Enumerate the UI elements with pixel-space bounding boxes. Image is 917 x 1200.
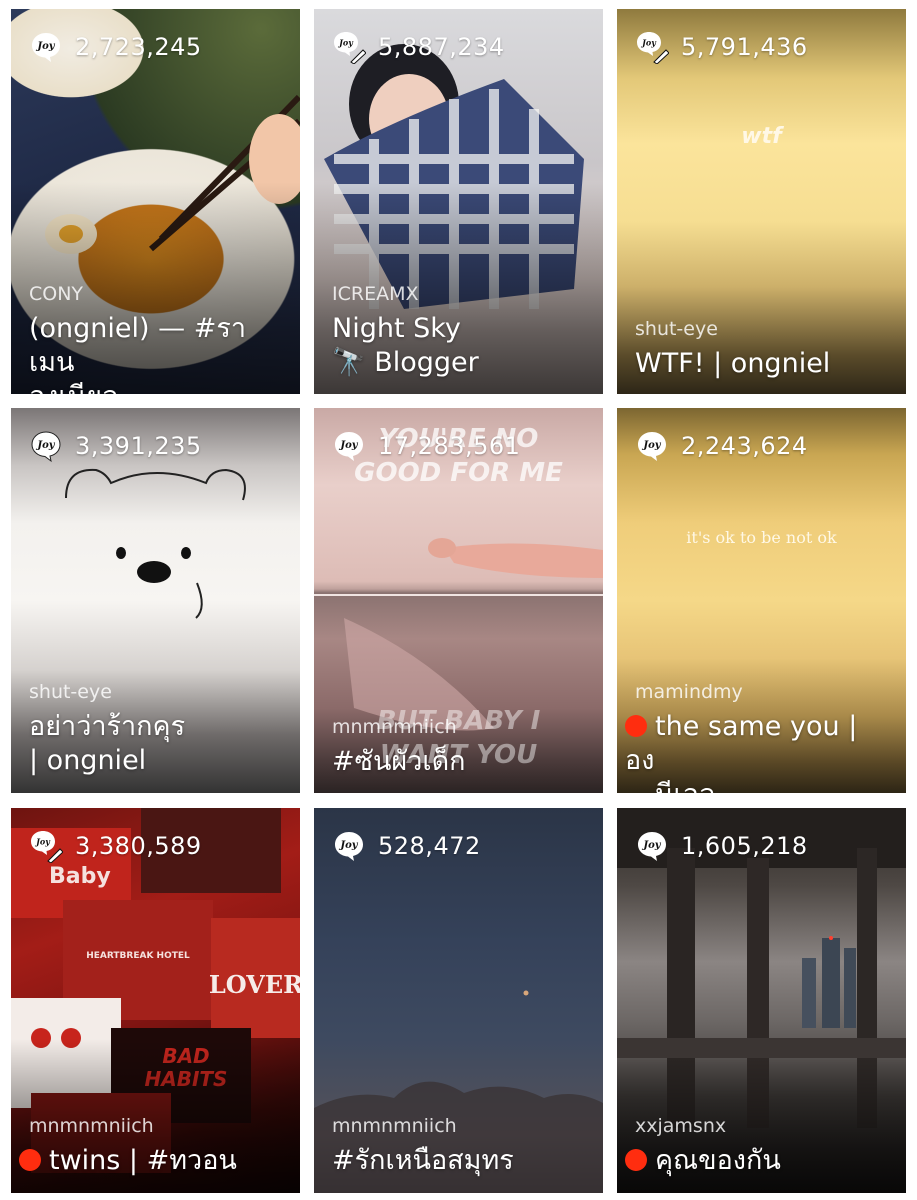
novel-card[interactable]: Joy 3,391,235 shut-eye อย่าว่าร้ากคุร | …	[11, 408, 300, 793]
new-chapter-dot	[19, 1149, 41, 1171]
joy-icon: Joy	[332, 429, 366, 463]
view-count: 2,723,245	[75, 33, 202, 61]
collage-word: Baby	[49, 864, 111, 889]
author-name[interactable]: shut-eye	[635, 318, 718, 340]
joy-icon: Joy	[635, 429, 669, 463]
novel-title-line: the same you | อง	[625, 711, 858, 776]
card-stats: Joy 528,472	[332, 828, 481, 864]
cover-text: it's ok to be not ok	[686, 528, 837, 547]
novel-title-line: องเนียล	[29, 380, 286, 394]
card-stats: Joy 3,391,235	[29, 428, 202, 464]
novel-card[interactable]: it's ok to be not ok Joy 2,243,624 mamin…	[617, 408, 906, 793]
novel-grid: Joy 2,723,245 CONY (ongniel) — #ราเมน อง…	[0, 0, 917, 1200]
card-stats: Joy 2,723,245	[29, 29, 202, 65]
svg-text:LOVER: LOVER	[209, 970, 300, 999]
view-count: 3,391,235	[75, 432, 202, 460]
novel-title: คุณของกัน	[625, 1144, 892, 1178]
view-count: 5,791,436	[681, 33, 808, 61]
joy-icon: Joy	[635, 829, 669, 863]
new-chapter-dot	[625, 715, 647, 737]
author-name[interactable]: ICREAMX	[332, 283, 418, 305]
author-name[interactable]: mamindmy	[635, 681, 743, 703]
novel-title: twins | #ทวอน	[19, 1144, 286, 1178]
cover-text: wtf	[741, 124, 782, 149]
svg-text:Joy: Joy	[338, 840, 358, 851]
view-count: 2,243,624	[681, 432, 808, 460]
author-name[interactable]: mnmnmniich	[332, 1115, 457, 1137]
novel-title-line: #รักเหนือสมุทร	[332, 1145, 514, 1176]
novel-title-line: คุณของกัน	[655, 1145, 781, 1176]
view-count: 528,472	[378, 832, 481, 860]
novel-card[interactable]: YOU'RE NO GOOD FOR ME BUT BABY I WANT YO…	[314, 408, 603, 793]
novel-title: the same you | อง นีเอล	[625, 710, 892, 793]
novel-card[interactable]: Joy 2,723,245 CONY (ongniel) — #ราเมน อง…	[11, 9, 300, 394]
author-name[interactable]: mnmnmniich	[332, 716, 457, 738]
view-count: 3,380,589	[75, 832, 202, 860]
novel-title: Night Sky 🔭 Blogger	[332, 312, 589, 380]
author-name[interactable]: mnmnmniich	[29, 1115, 154, 1137]
novel-card[interactable]: Joy 528,472 mnmnmniich #รักเหนือสมุทร	[314, 808, 603, 1193]
novel-card[interactable]: Joy 5,887,234 ICREAMX Night Sky 🔭 Blogge…	[314, 9, 603, 394]
joy-pen-icon: Joy	[332, 30, 366, 64]
svg-text:Joy: Joy	[34, 837, 51, 847]
novel-card[interactable]: wtf Joy 5,791,436 shut-eye WTF! | ongnie…	[617, 9, 906, 394]
novel-title-line: นีเอล	[625, 778, 892, 793]
joy-icon: Joy	[29, 429, 63, 463]
card-stats: Joy 17,283,561	[332, 428, 520, 464]
novel-title-line: twins | #ทวอน	[49, 1145, 237, 1176]
view-count: 1,605,218	[681, 832, 808, 860]
author-name[interactable]: CONY	[29, 283, 83, 305]
card-stats: Joy 3,380,589	[29, 828, 202, 864]
card-stats: Joy 5,887,234	[332, 29, 505, 65]
novel-title: (ongniel) — #ราเมน องเนียล	[29, 312, 286, 394]
novel-title: #ซันผัวเด็ก	[332, 745, 589, 779]
joy-icon: Joy	[29, 30, 63, 64]
novel-title-line: (ongniel) — #ราเมน	[29, 313, 247, 378]
novel-title: #รักเหนือสมุทร	[332, 1144, 589, 1178]
novel-title-line: | ongniel	[29, 745, 147, 776]
card-stats: Joy 5,791,436	[635, 29, 808, 65]
svg-text:HEARTBREAK HOTEL: HEARTBREAK HOTEL	[86, 951, 190, 961]
novel-title-line: 🔭 Blogger	[332, 347, 479, 378]
card-stats: Joy 2,243,624	[635, 428, 808, 464]
view-count: 5,887,234	[378, 33, 505, 61]
svg-text:Joy: Joy	[337, 38, 354, 48]
author-name[interactable]: shut-eye	[29, 681, 112, 703]
author-name[interactable]: xxjamsnx	[635, 1115, 726, 1137]
novel-title: WTF! | ongniel	[635, 347, 892, 381]
novel-card[interactable]: Joy 1,605,218 xxjamsnx คุณของกัน	[617, 808, 906, 1193]
novel-title-line: อย่าว่าร้ากคุร	[29, 711, 186, 742]
svg-text:Joy: Joy	[35, 440, 55, 451]
svg-text:Joy: Joy	[338, 440, 358, 451]
svg-text:Joy: Joy	[641, 840, 661, 851]
novel-title-line: Night Sky	[332, 313, 461, 344]
joy-pen-icon: Joy	[635, 30, 669, 64]
joy-icon: Joy	[332, 829, 366, 863]
joy-pen-icon: Joy	[29, 829, 63, 863]
svg-text:Joy: Joy	[641, 440, 661, 451]
new-chapter-dot	[625, 1149, 647, 1171]
novel-title-line: WTF! | ongniel	[635, 348, 831, 379]
view-count: 17,283,561	[378, 432, 521, 460]
svg-text:Joy: Joy	[35, 41, 55, 52]
novel-title: อย่าว่าร้ากคุร | ongniel	[29, 710, 286, 778]
novel-card[interactable]: Baby HEARTBREAK HOTEL LOVER BAD HABITS J…	[11, 808, 300, 1193]
card-stats: Joy 1,605,218	[635, 828, 808, 864]
svg-text:Joy: Joy	[640, 38, 657, 48]
novel-title-line: #ซันผัวเด็ก	[332, 746, 466, 777]
